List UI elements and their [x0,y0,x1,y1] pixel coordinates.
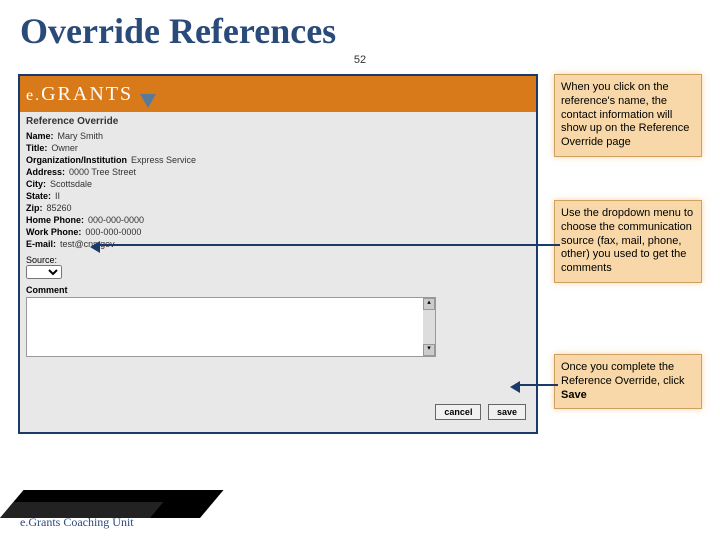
org-value: Express Service [131,155,196,165]
callout-contact-info: When you click on the reference's name, … [554,74,702,157]
source-label: Source: [26,255,57,265]
arrow-to-save-icon [518,384,558,386]
home-phone-label: Home Phone: [26,215,84,225]
page-number: 52 [0,54,720,66]
comment-textarea[interactable]: ▴ ▾ [26,297,436,357]
state-value: II [55,191,60,201]
callout-save: Once you complete the Reference Override… [554,354,702,409]
zip-value: 85260 [47,203,72,213]
app-banner: e.GRANTS [20,76,536,112]
scrollbar[interactable]: ▴ ▾ [423,298,435,356]
title-value: Owner [51,143,78,153]
name-label: Name: [26,131,54,141]
home-phone-value: 000-000-0000 [88,215,144,225]
source-select[interactable] [26,265,62,279]
comment-label: Comment [26,285,530,295]
slide-title: Override References [0,0,720,52]
state-label: State: [26,191,51,201]
cancel-button[interactable]: cancel [435,404,481,420]
org-label: Organization/Institution [26,155,127,165]
save-button[interactable]: save [488,404,526,420]
city-value: Scottsdale [50,179,92,189]
address-label: Address: [26,167,65,177]
callout-source-dropdown: Use the dropdown menu to choose the comm… [554,200,702,283]
footer-text: e.Grants Coaching Unit [20,515,134,530]
scroll-up-icon[interactable]: ▴ [423,298,435,310]
app-screenshot: e.GRANTS Reference Override Name: Mary Sm… [18,74,538,434]
work-phone-label: Work Phone: [26,227,81,237]
scroll-down-icon[interactable]: ▾ [423,344,435,356]
work-phone-value: 000-000-0000 [85,227,141,237]
zip-label: Zip: [26,203,43,213]
title-label: Title: [26,143,47,153]
name-value: Mary Smith [58,131,104,141]
decorative-shape [0,490,223,518]
address-value: 0000 Tree Street [69,167,136,177]
city-label: City: [26,179,46,189]
email-label: E-mail: [26,239,56,249]
section-heading: Reference Override [26,116,530,127]
arrow-down-icon [140,94,156,108]
app-logo: e.GRANTS [26,83,133,106]
arrow-to-source-icon [98,244,560,246]
